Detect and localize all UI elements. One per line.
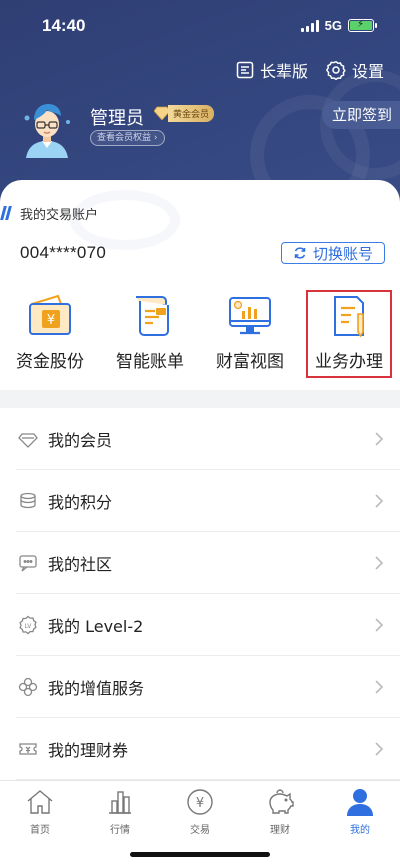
monitor-chart-icon bbox=[229, 297, 271, 335]
account-section-title: 我的交易账户 bbox=[0, 204, 99, 223]
menu-item-points[interactable]: 我的积分 bbox=[0, 470, 400, 532]
clover-icon bbox=[18, 677, 38, 697]
elder-mode-label: 长辈版 bbox=[259, 62, 308, 81]
chevron-right-icon bbox=[375, 618, 384, 632]
chevron-right-icon: › bbox=[153, 133, 158, 143]
tab-trade[interactable]: ¥ 交易 bbox=[170, 787, 230, 836]
svg-text:¥: ¥ bbox=[47, 313, 55, 328]
quick-action-label: 资金股份 bbox=[16, 352, 84, 372]
menu-item-coupons[interactable]: 我的理财券 bbox=[0, 718, 400, 780]
home-icon bbox=[27, 790, 53, 814]
tab-mine[interactable]: 我的 bbox=[330, 787, 390, 836]
settings-label: 设置 bbox=[351, 62, 384, 81]
quick-action-label: 财富视图 bbox=[216, 352, 284, 372]
chevron-right-icon bbox=[375, 494, 384, 508]
signin-button[interactable]: 立即签到 bbox=[322, 101, 400, 129]
tab-label: 理财 bbox=[270, 825, 290, 836]
menu-item-label: 我的会员 bbox=[48, 431, 113, 450]
quick-action-label: 智能账单 bbox=[116, 352, 184, 372]
quick-action-funds[interactable]: ¥ 资金股份 bbox=[2, 294, 98, 378]
svg-text:LV: LV bbox=[25, 623, 33, 630]
lv-badge-icon: LV bbox=[19, 615, 37, 635]
market-chart-icon bbox=[109, 791, 131, 814]
switch-account-button[interactable]: 切换账号 bbox=[281, 242, 385, 264]
bill-scroll-icon bbox=[136, 296, 169, 336]
signal-icon bbox=[300, 19, 319, 32]
profile-header: 14:40 5G ⚡ 长辈版 设置 管理员 黄金会员 查看会员权益 › 立即签到 bbox=[0, 0, 400, 210]
member-level-label: 黄金会员 bbox=[168, 104, 215, 122]
tab-market[interactable]: 行情 bbox=[90, 787, 150, 836]
elder-mode-icon bbox=[236, 61, 254, 79]
tab-label: 首页 bbox=[30, 825, 50, 836]
member-rights-link[interactable]: 查看会员权益 › bbox=[90, 130, 165, 146]
tab-label: 我的 bbox=[350, 825, 370, 836]
chevron-right-icon bbox=[375, 432, 384, 446]
title-accent-icon bbox=[0, 206, 12, 220]
menu-item-membership[interactable]: 我的会员 bbox=[0, 408, 400, 470]
yuan-coin-icon: ¥ bbox=[187, 789, 213, 815]
home-indicator[interactable] bbox=[130, 852, 270, 857]
menu-item-value-added[interactable]: 我的增值服务 bbox=[0, 656, 400, 718]
document-pen-icon bbox=[334, 296, 364, 338]
avatar[interactable] bbox=[18, 96, 76, 158]
chevron-right-icon bbox=[375, 742, 384, 756]
coupon-icon bbox=[19, 743, 37, 755]
gear-icon bbox=[325, 60, 346, 80]
menu-item-label: 我的 Level-2 bbox=[48, 617, 144, 636]
menu-item-community[interactable]: 我的社区 bbox=[0, 532, 400, 594]
refresh-icon bbox=[294, 247, 306, 259]
quick-action-label: 业务办理 bbox=[315, 352, 383, 372]
menu-item-label: 我的积分 bbox=[48, 493, 113, 512]
tab-home[interactable]: 首页 bbox=[10, 787, 70, 836]
menu-list: 我的会员 我的积分 我的社区 LV 我的 Level-2 我的增值服务 我的理财… bbox=[0, 408, 400, 780]
quick-action-wealth[interactable]: 财富视图 bbox=[202, 294, 298, 378]
tab-label: 行情 bbox=[110, 825, 130, 836]
account-title-label: 我的交易账户 bbox=[20, 207, 99, 223]
member-rights-label: 查看会员权益 bbox=[97, 133, 152, 143]
chevron-right-icon bbox=[375, 680, 384, 694]
user-name: 管理员 bbox=[90, 108, 144, 129]
account-number: 004****070 bbox=[20, 243, 107, 262]
member-level-badge: 黄金会员 bbox=[154, 104, 215, 122]
header-actions: 长辈版 设置 bbox=[236, 58, 384, 82]
svg-text:¥: ¥ bbox=[196, 796, 204, 811]
network-type: 5G bbox=[324, 18, 342, 33]
menu-item-label: 我的社区 bbox=[48, 555, 113, 574]
status-bar: 14:40 5G ⚡ bbox=[0, 0, 400, 52]
menu-item-label: 我的增值服务 bbox=[48, 679, 145, 698]
quick-action-business[interactable]: 业务办理 bbox=[306, 290, 392, 378]
tab-wealth[interactable]: 理财 bbox=[250, 787, 310, 836]
piggy-bank-icon bbox=[269, 789, 294, 814]
person-icon bbox=[347, 789, 373, 816]
diamond-icon bbox=[18, 433, 38, 448]
battery-icon: ⚡ bbox=[348, 19, 377, 32]
menu-item-level2[interactable]: LV 我的 Level-2 bbox=[0, 594, 400, 656]
tab-label: 交易 bbox=[190, 825, 210, 836]
settings-button[interactable]: 设置 bbox=[325, 58, 384, 82]
menu-item-label: 我的理财券 bbox=[48, 741, 129, 760]
signin-label: 立即签到 bbox=[332, 106, 393, 124]
status-indicators: 5G ⚡ bbox=[300, 18, 377, 33]
quick-action-bill[interactable]: 智能账单 bbox=[102, 294, 198, 378]
chat-icon bbox=[19, 555, 37, 572]
chevron-right-icon bbox=[375, 556, 384, 570]
wallet-yuan-icon: ¥ bbox=[29, 294, 71, 335]
status-time: 14:40 bbox=[42, 16, 86, 35]
elder-mode-button[interactable]: 长辈版 bbox=[236, 58, 308, 82]
coins-stack-icon bbox=[20, 492, 36, 509]
switch-account-label: 切换账号 bbox=[312, 244, 373, 263]
